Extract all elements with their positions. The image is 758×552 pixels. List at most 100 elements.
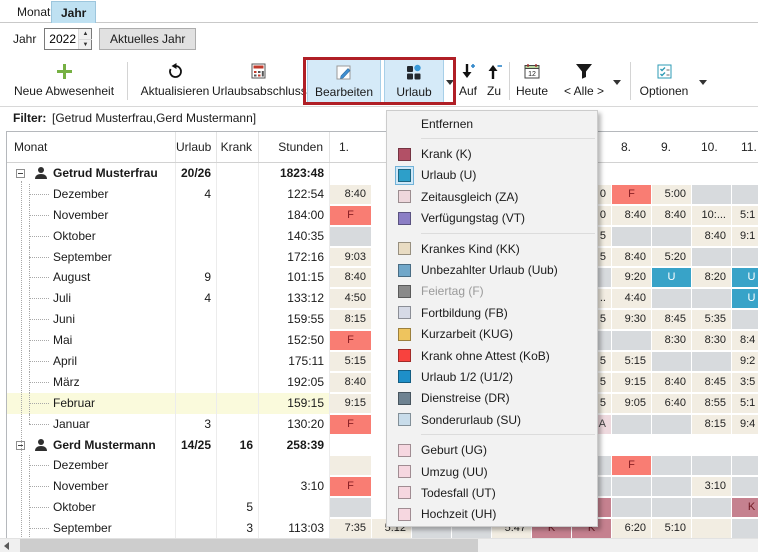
vacation-closing-button[interactable]: Urlaubsabschluss: [212, 59, 304, 104]
day-cell[interactable]: [652, 476, 692, 497]
spin-down-icon[interactable]: ▼: [79, 39, 92, 49]
month-name[interactable]: Juli: [7, 288, 176, 309]
month-name[interactable]: Februar: [7, 393, 176, 414]
day-cell[interactable]: [732, 518, 758, 538]
day-cell[interactable]: 8:40: [330, 372, 372, 393]
scrollbar-thumb[interactable]: [20, 539, 478, 552]
month-name[interactable]: Januar: [7, 414, 176, 435]
day-cell[interactable]: 10:...: [692, 205, 732, 226]
menu-item[interactable]: Zeitausgleich (ZA): [387, 186, 597, 207]
day-cell[interactable]: 8:40: [330, 184, 372, 205]
table-row[interactable]: April175:115:1555:159:2: [7, 351, 758, 372]
day-cell[interactable]: 9:4: [732, 414, 758, 435]
day-cell[interactable]: 8:55: [692, 393, 732, 414]
day-cell[interactable]: [732, 184, 758, 205]
day-cell[interactable]: 8:30: [652, 330, 692, 351]
tab-jahr[interactable]: Jahr: [51, 1, 96, 23]
day-cell[interactable]: U: [732, 288, 758, 309]
day-cell[interactable]: [692, 351, 732, 372]
filter-dropdown-icon[interactable]: [613, 80, 621, 85]
month-name[interactable]: November: [7, 205, 176, 226]
day-cell[interactable]: 4:40: [612, 288, 652, 309]
table-row[interactable]: Dezember4122:548:400F5:00: [7, 184, 758, 205]
menu-item[interactable]: Fortbildung (FB): [387, 302, 597, 323]
day-cell[interactable]: 8:40: [612, 247, 652, 268]
day-cell[interactable]: [330, 226, 372, 247]
day-cell[interactable]: 6:20: [612, 518, 652, 538]
year-input[interactable]: [45, 29, 78, 49]
day-cell[interactable]: [612, 226, 652, 247]
month-name[interactable]: Mai: [7, 330, 176, 351]
day-cell[interactable]: [692, 184, 732, 205]
table-row[interactable]: November3:10F3:10: [7, 476, 758, 497]
day-cell[interactable]: [732, 455, 758, 476]
day-cell[interactable]: 9:1: [732, 226, 758, 247]
day-cell[interactable]: [692, 497, 732, 518]
day-cell[interactable]: U: [652, 267, 692, 288]
day-cell[interactable]: [652, 497, 692, 518]
day-cell[interactable]: 5:35: [692, 309, 732, 330]
day-cell[interactable]: 9:2: [732, 351, 758, 372]
month-name[interactable]: März: [7, 372, 176, 393]
month-name[interactable]: Dezember: [7, 184, 176, 205]
vacation-dropdown-icon[interactable]: [446, 80, 454, 85]
day-cell[interactable]: [330, 497, 372, 518]
menu-item[interactable]: Unbezahlter Urlaub (Uub): [387, 259, 597, 280]
day-cell[interactable]: 7:35: [330, 518, 372, 538]
menu-item[interactable]: Krank (K): [387, 143, 597, 164]
menu-item[interactable]: Krankes Kind (KK): [387, 238, 597, 259]
menu-item[interactable]: Urlaub (U): [387, 165, 597, 186]
day-cell[interactable]: [652, 226, 692, 247]
table-row[interactable]: Juli4133:124:50..4:40U: [7, 288, 758, 309]
menu-item[interactable]: Dienstreise (DR): [387, 388, 597, 409]
scroll-left-icon[interactable]: [4, 542, 9, 550]
day-cell[interactable]: [612, 476, 652, 497]
employee-name[interactable]: Getrud Musterfrau: [7, 163, 176, 184]
table-row[interactable]: Mai152:50F8:308:308:4: [7, 330, 758, 351]
day-cell[interactable]: [652, 351, 692, 372]
day-cell[interactable]: [652, 414, 692, 435]
day-cell[interactable]: 8:40: [652, 372, 692, 393]
edit-button[interactable]: Bearbeiten: [307, 59, 381, 104]
spin-up-icon[interactable]: ▲: [79, 29, 92, 39]
day-cell[interactable]: [692, 288, 732, 309]
day-cell[interactable]: F: [612, 455, 652, 476]
table-row[interactable]: Oktober140:3558:409:1: [7, 226, 758, 247]
day-cell[interactable]: [732, 309, 758, 330]
options-dropdown-icon[interactable]: [699, 80, 707, 85]
day-cell[interactable]: [612, 414, 652, 435]
year-spinner[interactable]: ▲ ▼: [44, 28, 92, 50]
day-cell[interactable]: 8:40: [692, 226, 732, 247]
table-row[interactable]: Januar3130:20FA8:159:4: [7, 414, 758, 435]
day-cell[interactable]: 5:1: [732, 393, 758, 414]
day-cell[interactable]: 9:15: [330, 393, 372, 414]
day-cell[interactable]: 3:5: [732, 372, 758, 393]
new-absence-button[interactable]: Neue Abwesenheit: [8, 59, 120, 104]
day-cell[interactable]: F: [330, 330, 372, 351]
day-cell[interactable]: 8:40: [330, 267, 372, 288]
month-name[interactable]: Juni: [7, 309, 176, 330]
collapse-all-button[interactable]: Zu: [482, 59, 506, 104]
refresh-button[interactable]: Aktualisieren: [132, 59, 218, 104]
table-row[interactable]: Juni159:558:1559:308:455:35: [7, 309, 758, 330]
day-cell[interactable]: [330, 455, 372, 476]
day-cell[interactable]: 8:45: [692, 372, 732, 393]
month-name[interactable]: Oktober: [7, 497, 176, 518]
menu-item[interactable]: Umzug (UU): [387, 461, 597, 482]
vacation-type-button[interactable]: Urlaub: [384, 59, 444, 104]
table-row[interactable]: Getrud Musterfrau20/261823:48: [7, 163, 758, 184]
day-cell[interactable]: F: [330, 205, 372, 226]
day-cell[interactable]: 9:15: [612, 372, 652, 393]
day-cell[interactable]: 5:20: [652, 247, 692, 268]
day-cell[interactable]: 5:15: [612, 351, 652, 372]
day-cell[interactable]: 8:40: [612, 205, 652, 226]
day-cell[interactable]: [692, 455, 732, 476]
menu-item[interactable]: Todesfall (UT): [387, 482, 597, 503]
employee-name[interactable]: Gerd Mustermann: [7, 435, 176, 456]
day-cell[interactable]: F: [612, 184, 652, 205]
menu-item[interactable]: Kurzarbeit (KUG): [387, 324, 597, 345]
day-cell[interactable]: [732, 476, 758, 497]
menu-item[interactable]: Krank ohne Attest (KoB): [387, 345, 597, 366]
table-row[interactable]: September3113:037:355:125:47KK6:205:10: [7, 518, 758, 538]
menu-item[interactable]: Urlaub 1/2 (U1/2): [387, 366, 597, 387]
